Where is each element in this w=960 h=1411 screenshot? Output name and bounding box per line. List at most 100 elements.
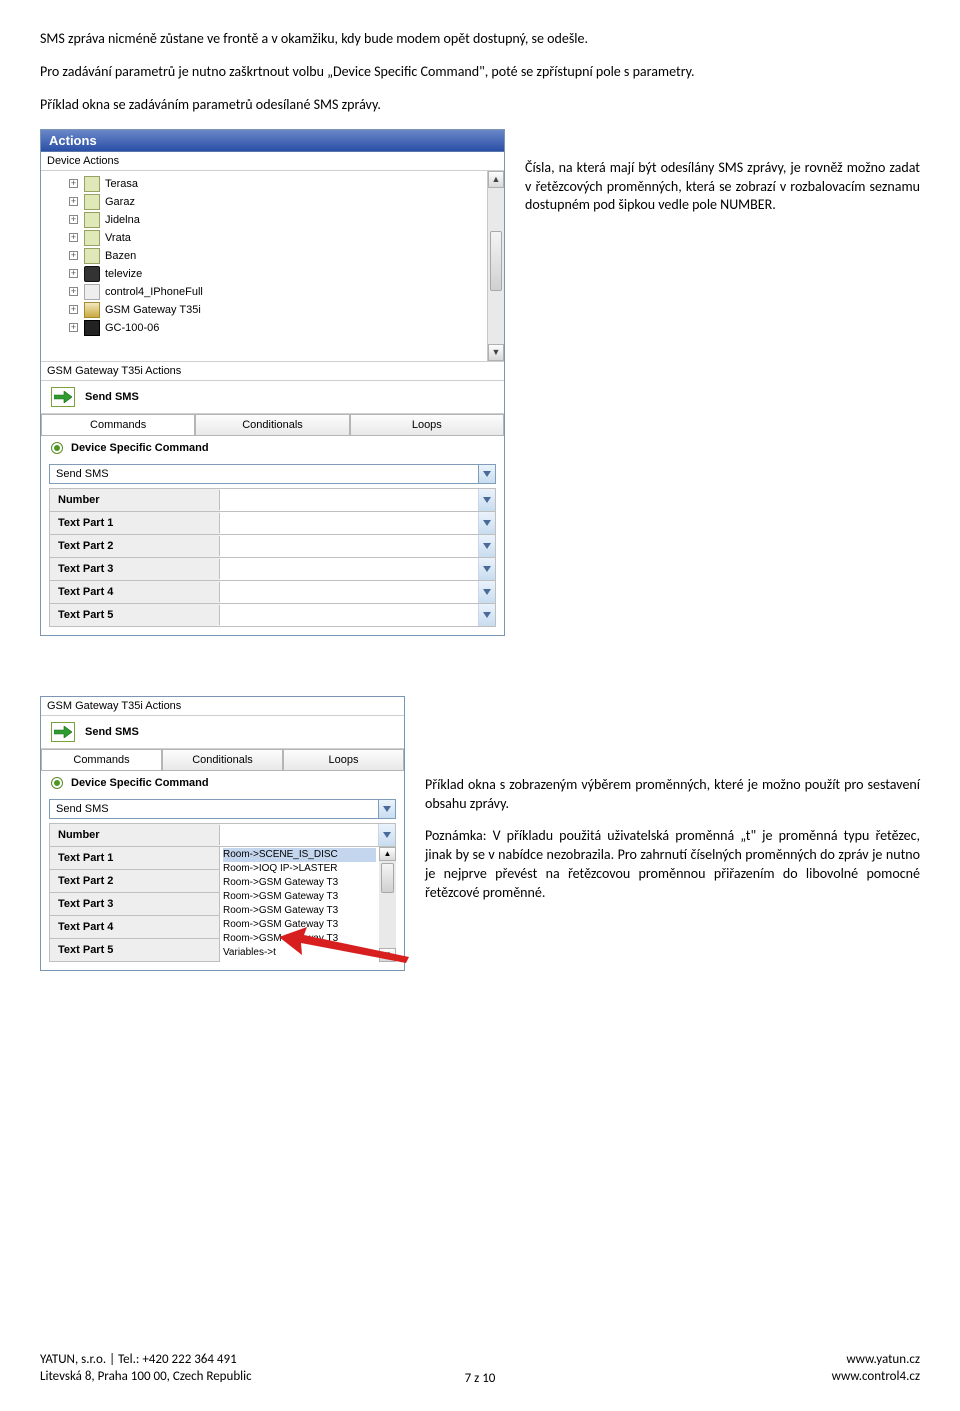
param-input[interactable] — [220, 558, 495, 580]
param-input[interactable] — [220, 581, 495, 603]
tree-item[interactable]: + GC-100-06 — [43, 319, 502, 337]
list-item[interactable]: Room->SCENE_IS_DISC — [223, 848, 376, 862]
tab-loops[interactable]: Loops — [283, 749, 404, 770]
gsm-actions-label: GSM Gateway T35i Actions — [41, 361, 504, 381]
tree-item-label: control4_IPhoneFull — [105, 286, 203, 298]
tab-loops[interactable]: Loops — [350, 414, 504, 435]
expand-icon[interactable]: + — [69, 305, 78, 314]
tab-conditionals[interactable]: Conditionals — [162, 749, 283, 770]
list-item[interactable]: Room->GSM Gateway T3 — [223, 932, 376, 946]
param-input[interactable] — [220, 824, 395, 846]
radio-selected-icon — [51, 442, 63, 454]
tree-item[interactable]: +televize — [43, 265, 502, 283]
expand-icon[interactable]: + — [69, 233, 78, 242]
chevron-down-icon[interactable] — [478, 558, 495, 580]
tree-item[interactable]: +Terasa — [43, 175, 502, 193]
tree-item-label: GC-100-06 — [105, 322, 159, 334]
param-row: Number — [49, 823, 396, 847]
scroll-up-icon[interactable]: ▲ — [488, 171, 504, 188]
device-specific-radio[interactable]: Device Specific Command — [41, 436, 504, 460]
command-combo[interactable]: Send SMS — [49, 464, 496, 484]
radio-label: Device Specific Command — [71, 777, 209, 789]
param-row: Text Part 1 — [49, 512, 496, 535]
expand-icon[interactable]: + — [69, 251, 78, 260]
param-input[interactable] — [220, 604, 495, 626]
radio-label: Device Specific Command — [71, 442, 209, 454]
param-input[interactable] — [220, 535, 495, 557]
intro-paragraph-1: SMS zpráva nicméně zůstane ve frontě a v… — [40, 30, 920, 49]
device-specific-radio-2[interactable]: Device Specific Command — [41, 771, 404, 795]
tree-item[interactable]: + control4_IPhoneFull — [43, 283, 502, 301]
param-label: Text Part 3 — [50, 894, 220, 914]
gsm-actions-label-2: GSM Gateway T35i Actions — [41, 697, 404, 716]
device-icon — [84, 248, 100, 264]
list-item[interactable]: Room->GSM Gateway T3 — [223, 890, 376, 904]
device-icon — [84, 266, 100, 282]
param-row: Text Part 5 — [49, 604, 496, 627]
expand-icon[interactable]: + — [69, 179, 78, 188]
tab-commands[interactable]: Commands — [41, 749, 162, 770]
chevron-down-icon[interactable] — [379, 799, 396, 819]
scroll-up-icon[interactable]: ▲ — [379, 847, 396, 861]
scroll-down-icon[interactable]: ▼ — [379, 948, 396, 962]
expand-icon[interactable]: + — [69, 215, 78, 224]
tree-item[interactable]: + Garaz — [43, 193, 502, 211]
tab-conditionals[interactable]: Conditionals — [195, 414, 349, 435]
tree-item[interactable]: + GSM Gateway T35i — [43, 301, 502, 319]
param-input[interactable] — [220, 512, 495, 534]
chevron-down-icon[interactable] — [478, 489, 495, 511]
device-tree: +Terasa+Garaz+Jidelna+Vrata+Bazen+televi… — [41, 171, 504, 361]
variable-listbox[interactable]: Room->SCENE_IS_DISCRoom->IOQ IP->LASTERR… — [219, 846, 396, 962]
param-input[interactable] — [220, 489, 495, 511]
expand-icon[interactable]: + — [69, 287, 78, 296]
panel-header: Actions — [41, 130, 504, 152]
send-sms-action[interactable]: Send SMS — [41, 381, 504, 414]
chevron-down-icon[interactable] — [479, 464, 496, 484]
intro-paragraph-3: Příklad okna se zadáváním parametrů odes… — [40, 96, 920, 115]
param-row: Text Part 2 — [49, 535, 496, 558]
list-item[interactable]: Room->GSM Gateway T3 — [223, 904, 376, 918]
chevron-down-icon[interactable] — [478, 512, 495, 534]
chevron-down-icon[interactable] — [478, 581, 495, 603]
param-row: Text Part 4 — [49, 581, 496, 604]
scroll-thumb[interactable] — [490, 231, 502, 291]
list-item[interactable]: Room->GSM Gateway T3 — [223, 876, 376, 890]
command-combo-2[interactable]: Send SMS — [49, 799, 396, 819]
tree-item-label: Garaz — [105, 196, 135, 208]
param-label: Text Part 1 — [50, 513, 220, 533]
chevron-down-icon[interactable] — [378, 824, 395, 846]
send-sms-label: Send SMS — [85, 726, 139, 738]
device-icon — [84, 194, 100, 210]
expand-icon[interactable]: + — [69, 269, 78, 278]
device-icon — [84, 176, 100, 192]
tabs-2: Commands Conditionals Loops — [41, 749, 404, 771]
param-label: Text Part 2 — [50, 871, 220, 891]
expand-icon[interactable]: + — [69, 323, 78, 332]
expand-icon[interactable]: + — [69, 197, 78, 206]
device-icon — [84, 284, 100, 300]
listbox-scrollbar[interactable]: ▲▼ — [379, 847, 396, 962]
intro-paragraph-2: Pro zadávání parametrů je nutno zaškrtno… — [40, 63, 920, 82]
scroll-thumb[interactable] — [381, 863, 394, 893]
tree-item[interactable]: + Bazen — [43, 247, 502, 265]
param-label: Text Part 4 — [50, 582, 220, 602]
list-item[interactable]: Room->GSM Gateway T3 — [223, 918, 376, 932]
list-item[interactable]: Room->IOQ IP->LASTER — [223, 862, 376, 876]
tab-commands[interactable]: Commands — [41, 414, 195, 435]
tree-item-label: Vrata — [105, 232, 131, 244]
list-item[interactable]: Variables->t — [223, 946, 376, 960]
chevron-down-icon[interactable] — [478, 535, 495, 557]
tree-scrollbar[interactable]: ▲ ▼ — [487, 171, 504, 361]
param-row: Number — [49, 488, 496, 512]
side-text-1: Čísla, na která mají být odesílány SMS z… — [525, 129, 920, 230]
tree-item-label: GSM Gateway T35i — [105, 304, 201, 316]
tree-item[interactable]: + Vrata — [43, 229, 502, 247]
device-icon — [84, 212, 100, 228]
actions-panel-2: GSM Gateway T35i Actions Send SMS Comman… — [40, 696, 405, 971]
param-label: Text Part 5 — [50, 605, 220, 625]
tree-item-label: Bazen — [105, 250, 136, 262]
tree-item[interactable]: +Jidelna — [43, 211, 502, 229]
send-sms-action-2[interactable]: Send SMS — [41, 716, 404, 749]
scroll-down-icon[interactable]: ▼ — [488, 344, 504, 361]
chevron-down-icon[interactable] — [478, 604, 495, 626]
